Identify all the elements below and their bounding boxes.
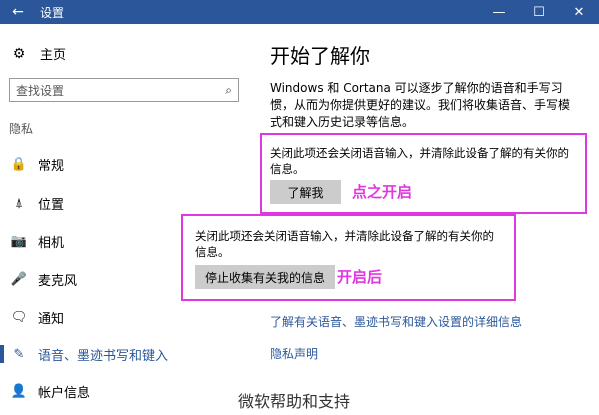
sidebar-item-label: 通知 [38, 311, 65, 327]
sidebar-item-label: 常规 [38, 158, 65, 174]
sidebar-item-label: 相机 [38, 235, 65, 251]
pen-icon: ✎ [13, 346, 25, 362]
account-icon: 👤 [10, 383, 28, 399]
section-heading-privacy: 隐私 [9, 122, 34, 136]
minimize-icon[interactable]: — [479, 0, 519, 24]
stop-collecting-info: 关闭此项还会关闭语音输入，并清除此设备了解的有关你的信息。 [195, 229, 494, 259]
sidebar-item-label: 麦克风 [38, 273, 78, 289]
sidebar-item-label: 语音、墨迹书写和键入 [38, 348, 169, 364]
sidebar-item-general[interactable]: 🔒 常规 [0, 152, 252, 176]
gear-icon: ⚙ [12, 45, 26, 62]
camera-icon: 📷 [10, 233, 28, 249]
learn-more-link[interactable]: 了解有关语音、墨迹书写和键入设置的详细信息 [270, 313, 522, 330]
annotation-box-after: 关闭此项还会关闭语音输入，并清除此设备了解的有关你的信息。 停止收集有关我的信息… [181, 214, 516, 301]
watermark: 微软帮助和支持 [238, 392, 351, 411]
search-placeholder: 查找设置 [16, 83, 65, 98]
stop-collecting-button[interactable]: 停止收集有关我的信息 [195, 265, 335, 289]
sidebar-item-notifications[interactable]: 🗨 通知 [0, 305, 252, 329]
home-label: 主页 [40, 48, 67, 63]
privacy-statement-link[interactable]: 隐私声明 [270, 345, 318, 362]
sidebar-item-location[interactable]: ⍋ 位置 [0, 191, 252, 215]
lock-icon: 🔒 [10, 156, 28, 172]
page-description: Windows 和 Cortana 可以逐步了解你的语音和手写习惯，从而为你提供… [270, 81, 571, 129]
sidebar-item-label: 位置 [38, 197, 65, 213]
title-bar: ← 设置 — ☐ ✕ [0, 0, 599, 24]
get-to-know-me-info: 关闭此项还会关闭语音输入，并清除此设备了解的有关你的信息。 [270, 146, 569, 176]
page-title: 开始了解你 [270, 44, 370, 68]
search-input[interactable]: 查找设置 ⌕ [9, 78, 239, 102]
sidebar-home[interactable]: ⚙ 主页 [10, 44, 67, 64]
get-to-know-me-button[interactable]: 了解我 [270, 180, 341, 204]
window-title: 设置 [40, 5, 65, 20]
window-controls: — ☐ ✕ [479, 0, 599, 24]
sidebar-item-account-info[interactable]: 👤 帐户信息 [0, 379, 252, 403]
active-indicator [0, 345, 4, 363]
notification-icon: 🗨 [10, 309, 28, 325]
maximize-icon[interactable]: ☐ [519, 0, 559, 24]
back-arrow-icon[interactable]: ← [0, 0, 36, 24]
annotation-box-before: 关闭此项还会关闭语音输入，并清除此设备了解的有关你的信息。 了解我 点之开启 [260, 133, 587, 214]
sidebar-item-speech-inking-typing[interactable]: ✎ 语音、墨迹书写和键入 [0, 342, 252, 366]
location-icon: ⍋ [15, 195, 23, 211]
search-icon[interactable]: ⌕ [225, 83, 232, 98]
close-icon[interactable]: ✕ [559, 0, 599, 24]
sidebar-item-label: 帐户信息 [38, 385, 91, 401]
annotation-label-click-to-enable: 点之开启 [352, 183, 413, 201]
annotation-label-after-enabled: 开启后 [337, 268, 383, 286]
microphone-icon: 🎤 [10, 271, 28, 287]
